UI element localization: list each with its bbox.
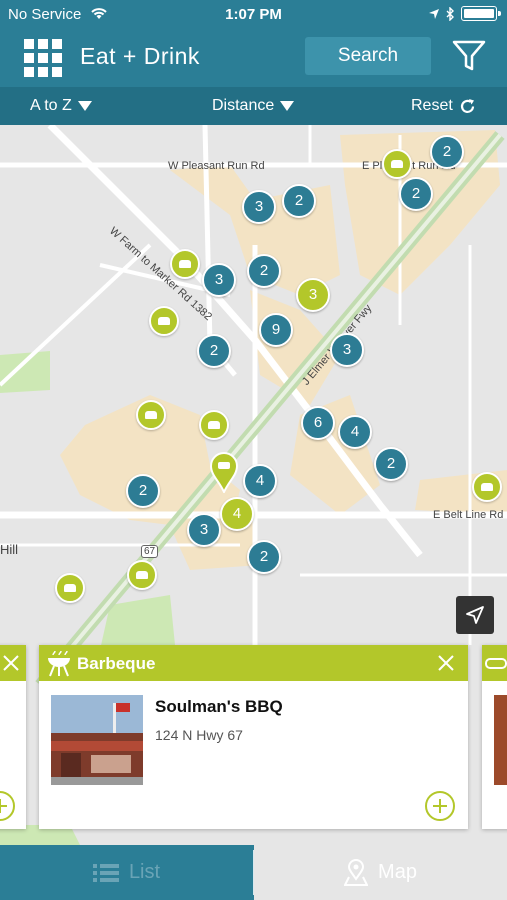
map-cluster[interactable]: 2 bbox=[374, 447, 408, 481]
road-label: W Pleasant Run Rd bbox=[168, 160, 265, 172]
close-icon[interactable] bbox=[437, 654, 455, 672]
poi-marker[interactable] bbox=[382, 149, 412, 179]
sort-distance-label: Distance bbox=[212, 97, 275, 114]
menu-grid-icon[interactable] bbox=[24, 39, 62, 77]
app-header: Eat + Drink Search bbox=[0, 30, 507, 87]
status-right bbox=[428, 6, 501, 21]
sort-az-button[interactable]: A to Z bbox=[30, 97, 92, 115]
card-header: Barbeque bbox=[39, 645, 468, 681]
navigation-arrow-icon bbox=[466, 606, 484, 624]
card-header bbox=[0, 645, 26, 681]
refresh-icon bbox=[460, 98, 474, 113]
map-view[interactable]: W Pleasant Run Rd E Pleasant Run Rd W Fa… bbox=[0, 125, 507, 845]
bluetooth-icon bbox=[446, 6, 454, 21]
filter-icon[interactable] bbox=[451, 38, 487, 74]
status-bar: No Service 1:07 PM bbox=[0, 0, 507, 30]
reset-label: Reset bbox=[411, 97, 453, 114]
tab-list[interactable]: List bbox=[0, 845, 253, 900]
restaurant-name: Soulman's BBQ bbox=[155, 697, 283, 716]
map-cluster[interactable]: 4 bbox=[338, 415, 372, 449]
location-arrow-icon bbox=[429, 8, 439, 19]
tab-map[interactable]: Map bbox=[254, 845, 507, 900]
map-cluster[interactable]: 9 bbox=[259, 313, 293, 347]
result-card-prev[interactable] bbox=[0, 645, 26, 829]
add-button[interactable] bbox=[0, 791, 15, 821]
map-cluster[interactable]: 2 bbox=[197, 334, 231, 368]
map-cluster[interactable]: 2 bbox=[430, 135, 464, 169]
poi-marker[interactable] bbox=[55, 573, 85, 603]
sort-bar: A to Z Distance Reset bbox=[0, 87, 507, 125]
map-cluster[interactable]: 3 bbox=[242, 190, 276, 224]
road-label: E Belt Line Rd bbox=[433, 509, 504, 521]
reset-button[interactable]: Reset bbox=[411, 97, 476, 115]
map-cluster[interactable]: 4 bbox=[220, 497, 254, 531]
result-card-next[interactable] bbox=[482, 645, 507, 829]
search-button[interactable]: Search bbox=[305, 37, 431, 75]
map-cluster[interactable]: 2 bbox=[126, 474, 160, 508]
map-cluster[interactable]: 2 bbox=[282, 184, 316, 218]
sort-distance-button[interactable]: Distance bbox=[212, 97, 295, 115]
map-pin-icon[interactable] bbox=[209, 451, 239, 493]
map-cluster[interactable]: 6 bbox=[301, 406, 335, 440]
add-to-itinerary-button[interactable] bbox=[425, 791, 455, 821]
tab-map-label: Map bbox=[378, 861, 417, 883]
sort-az-label: A to Z bbox=[30, 97, 72, 114]
restaurant-photo bbox=[494, 695, 507, 785]
map-pin-icon bbox=[344, 858, 369, 886]
restaurant-address: 124 N Hwy 67 bbox=[155, 727, 243, 743]
poi-marker[interactable] bbox=[149, 306, 179, 336]
map-cluster[interactable]: 3 bbox=[202, 263, 236, 297]
map-cluster[interactable]: 3 bbox=[296, 278, 330, 312]
result-card[interactable]: Barbeque Soulman's BBQ 124 N Hwy 67 bbox=[39, 645, 468, 829]
map-cluster[interactable]: 4 bbox=[243, 464, 277, 498]
road-label: Hill bbox=[0, 542, 19, 557]
poi-marker[interactable] bbox=[127, 560, 157, 590]
poi-marker[interactable] bbox=[472, 472, 502, 502]
map-cluster[interactable]: 2 bbox=[399, 177, 433, 211]
map-cluster[interactable]: 3 bbox=[330, 333, 364, 367]
locate-me-button[interactable] bbox=[456, 596, 494, 634]
map-cluster[interactable]: 2 bbox=[247, 540, 281, 574]
grill-icon bbox=[48, 650, 70, 677]
map-cluster[interactable]: 3 bbox=[187, 513, 221, 547]
list-icon bbox=[92, 863, 119, 882]
poi-marker[interactable] bbox=[170, 249, 200, 279]
restaurant-photo bbox=[51, 695, 143, 785]
card-category: Barbeque bbox=[77, 654, 156, 673]
chevron-down-icon bbox=[77, 101, 92, 111]
battery-icon bbox=[461, 6, 501, 21]
tab-list-label: List bbox=[128, 861, 161, 883]
page-title: Eat + Drink bbox=[80, 43, 200, 69]
poi-marker[interactable] bbox=[136, 400, 166, 430]
map-cluster[interactable]: 2 bbox=[247, 254, 281, 288]
close-icon[interactable] bbox=[2, 654, 20, 672]
highway-shield: 67 bbox=[141, 545, 159, 558]
poi-marker[interactable] bbox=[199, 410, 229, 440]
chevron-down-icon bbox=[280, 101, 295, 111]
bottom-tab-bar: List Map bbox=[0, 845, 507, 900]
card-header bbox=[482, 645, 507, 681]
hotdog-icon bbox=[485, 658, 507, 669]
